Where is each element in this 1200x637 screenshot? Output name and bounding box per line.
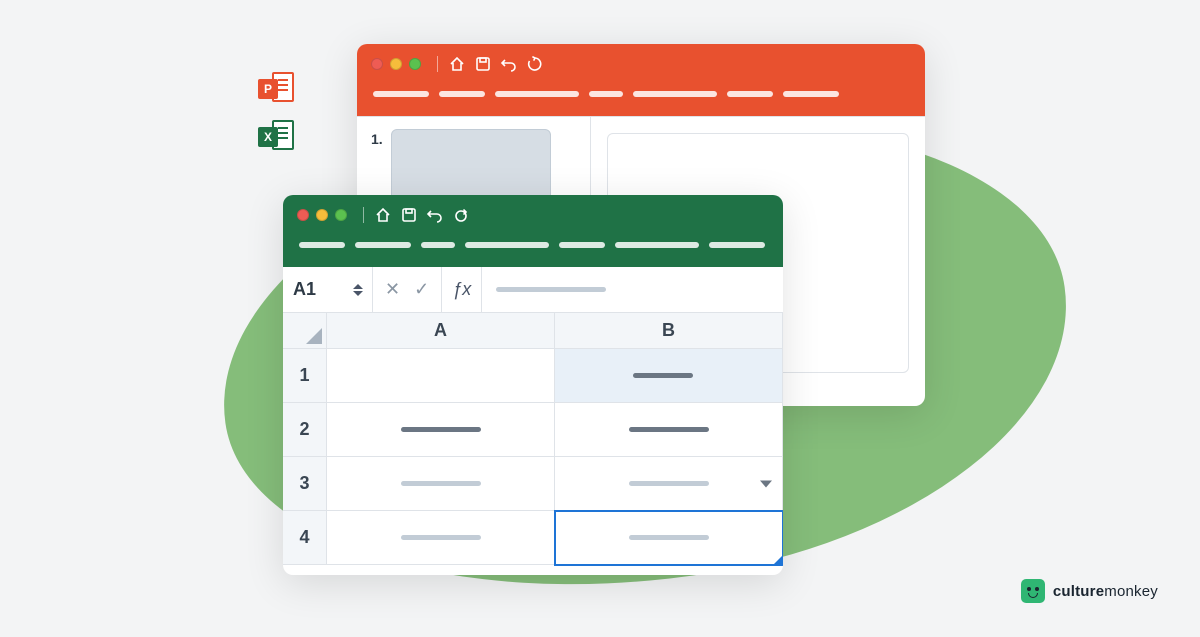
brand-text: culturemonkey <box>1053 583 1158 600</box>
cell-a4[interactable] <box>327 511 555 565</box>
formula-bar-buttons: ✕ ✓ <box>373 267 442 312</box>
accept-icon[interactable]: ✓ <box>414 279 429 300</box>
home-icon[interactable] <box>448 55 466 73</box>
maximize-icon[interactable] <box>409 58 421 70</box>
excel-window: A1 ✕ ✓ ƒx A B 1 2 <box>283 195 783 575</box>
cell-b2[interactable] <box>555 403 783 457</box>
ppt-traffic-lights[interactable] <box>371 58 421 70</box>
maximize-icon[interactable] <box>335 209 347 221</box>
brand-bold: culture <box>1053 583 1104 600</box>
chevron-down-icon[interactable] <box>353 291 363 296</box>
col-header-a[interactable]: A <box>327 313 555 349</box>
xls-traffic-lights[interactable] <box>297 209 347 221</box>
name-box-value: A1 <box>293 279 316 300</box>
row-header-4[interactable]: 4 <box>283 511 327 565</box>
name-box[interactable]: A1 <box>283 267 373 312</box>
undo-icon[interactable] <box>426 206 444 224</box>
cell-a3[interactable] <box>327 457 555 511</box>
undo-icon[interactable] <box>500 55 518 73</box>
spreadsheet-grid[interactable]: A B 1 2 3 4 <box>283 313 783 575</box>
cancel-icon[interactable]: ✕ <box>385 279 400 300</box>
divider <box>437 56 438 72</box>
redo-icon[interactable] <box>526 55 544 73</box>
dropdown-icon[interactable] <box>760 480 772 487</box>
xls-titlebar <box>283 195 783 267</box>
redo-icon[interactable] <box>452 206 470 224</box>
excel-badge: X <box>258 127 278 147</box>
cell-a1[interactable] <box>327 349 555 403</box>
save-icon[interactable] <box>400 206 418 224</box>
home-icon[interactable] <box>374 206 392 224</box>
brand: culturemonkey <box>1021 579 1158 603</box>
powerpoint-badge: P <box>258 79 278 99</box>
formula-bar: A1 ✕ ✓ ƒx <box>283 267 783 313</box>
brand-logo <box>1021 579 1045 603</box>
close-icon[interactable] <box>297 209 309 221</box>
xls-ribbon-tabs[interactable] <box>297 235 769 255</box>
divider <box>363 207 364 223</box>
minimize-icon[interactable] <box>316 209 328 221</box>
save-icon[interactable] <box>474 55 492 73</box>
namebox-stepper[interactable] <box>350 277 366 303</box>
brand-light: monkey <box>1104 583 1158 600</box>
minimize-icon[interactable] <box>390 58 402 70</box>
col-header-b[interactable]: B <box>555 313 783 349</box>
close-icon[interactable] <box>371 58 383 70</box>
ppt-thumb-index: 1. <box>371 129 383 147</box>
powerpoint-icon: P <box>258 70 294 106</box>
cell-b1[interactable] <box>555 349 783 403</box>
row-header-3[interactable]: 3 <box>283 457 327 511</box>
fx-label[interactable]: ƒx <box>442 267 482 312</box>
excel-icon: X <box>258 118 294 154</box>
cell-b3[interactable] <box>555 457 783 511</box>
chevron-up-icon[interactable] <box>353 284 363 289</box>
cell-a2[interactable] <box>327 403 555 457</box>
formula-placeholder <box>496 287 606 292</box>
app-icons-group: P X <box>258 70 294 154</box>
ppt-titlebar <box>357 44 925 116</box>
ppt-ribbon-tabs[interactable] <box>371 84 911 104</box>
row-header-1[interactable]: 1 <box>283 349 327 403</box>
formula-input[interactable] <box>482 267 783 312</box>
select-all-corner[interactable] <box>283 313 327 349</box>
row-header-2[interactable]: 2 <box>283 403 327 457</box>
cell-b4-selected[interactable] <box>555 511 783 565</box>
